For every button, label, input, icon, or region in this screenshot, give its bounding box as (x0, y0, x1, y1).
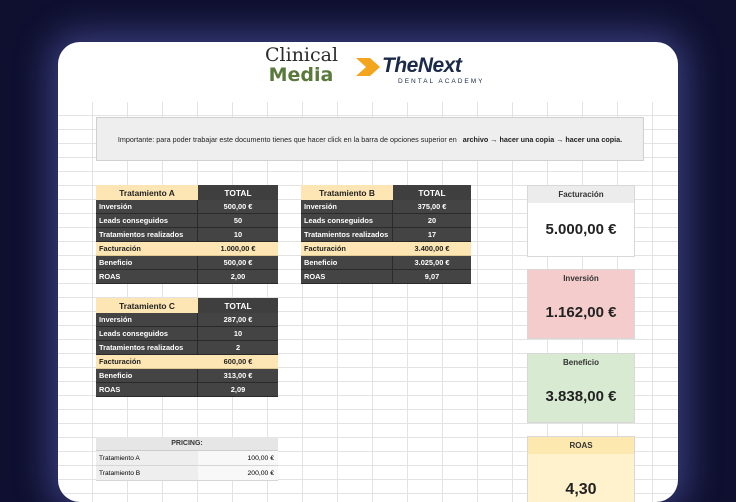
table-header: Tratamiento A TOTAL (96, 185, 278, 200)
kpi-inversion: Inversión 1.162,00 € (527, 269, 635, 339)
row-roas: ROAS 2,00 (96, 270, 278, 284)
table-tratamiento-a: Tratamiento A TOTAL Inversión 500,00 € L… (96, 185, 278, 284)
kpi-facturacion: Facturación 5.000,00 € (527, 185, 635, 257)
row-inversion: Inversión 375,00 € (301, 200, 471, 214)
pricing-row: Tratamiento B 200,00 € (96, 466, 278, 481)
table-tratamiento-b: Tratamiento B TOTAL Inversión 375,00 € L… (301, 185, 471, 284)
pricing-row: Tratamiento A 100,00 € (96, 451, 278, 466)
row-leads: Leads conseguidos 50 (96, 214, 278, 228)
kpi-beneficio: Beneficio 3.838,00 € (527, 353, 635, 423)
table-header: Tratamiento B TOTAL (301, 185, 471, 200)
table-header: Tratamiento C TOTAL (96, 298, 278, 313)
row-leads: Leads conseguidos 10 (96, 327, 278, 341)
row-facturacion: Facturación 1.000,00 € (96, 242, 278, 256)
row-inversion: Inversión 500,00 € (96, 200, 278, 214)
row-tratamientos: Tratamientos realizados 17 (301, 228, 471, 242)
pricing-table: PRICING: Tratamiento A 100,00 € Tratamie… (96, 437, 278, 481)
table-tratamiento-c: Tratamiento C TOTAL Inversión 287,00 € L… (96, 298, 278, 397)
row-leads: Leads conseguidos 20 (301, 214, 471, 228)
spreadsheet-card: Clinical Media TheNext DENTAL ACADEMY Im… (58, 42, 678, 502)
row-facturacion: Facturación 600,00 € (96, 355, 278, 369)
clinical-media-logo: Clinical Media (265, 44, 339, 86)
row-roas: ROAS 2,09 (96, 383, 278, 397)
row-facturacion: Facturación 3.400,00 € (301, 242, 471, 256)
row-tratamientos: Tratamientos realizados 10 (96, 228, 278, 242)
chevron-right-icon (356, 58, 380, 76)
row-beneficio: Beneficio 500,00 € (96, 256, 278, 270)
row-inversion: Inversión 287,00 € (96, 313, 278, 327)
row-beneficio: Beneficio 3.025,00 € (301, 256, 471, 270)
row-roas: ROAS 9,07 (301, 270, 471, 284)
row-beneficio: Beneficio 313,00 € (96, 369, 278, 383)
kpi-roas: ROAS 4,30 (527, 436, 635, 502)
instructions-notice: Importante: para poder trabajar este doc… (96, 117, 644, 161)
row-tratamientos: Tratamientos realizados 2 (96, 341, 278, 355)
